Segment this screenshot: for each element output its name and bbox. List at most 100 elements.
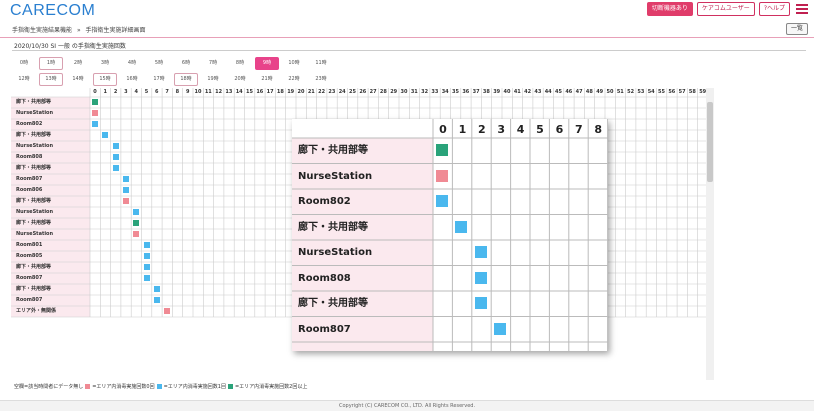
hour-button[interactable]: 18時 <box>174 73 198 86</box>
hour-button[interactable]: 15時 <box>93 73 117 86</box>
grid-cell-mark-blue <box>92 121 98 127</box>
grid-column-header: 25 <box>349 89 356 95</box>
grid-column-header: 0 <box>93 89 97 95</box>
hour-button[interactable]: 4時 <box>120 57 144 70</box>
header-divider <box>0 37 814 38</box>
grid-cell-mark-pink <box>122 198 129 204</box>
carecom-logo[interactable]: CARECOM <box>10 2 95 20</box>
hour-button[interactable]: 6時 <box>174 57 198 70</box>
grid-column-header: 4 <box>134 89 138 95</box>
list-button[interactable]: 一覧 <box>785 23 808 35</box>
grid-cell-mark-blue <box>112 143 119 149</box>
grid-column-header: 15 <box>246 89 253 95</box>
user-button[interactable]: ケアコムユーザー <box>696 2 755 16</box>
hour-selector: 0時 1時 2時 3時 4時 5時 6時 7時 8時 9時 10時 11時 12時 13時 14時 15時 1… <box>12 57 372 89</box>
hour-button[interactable]: 12時 <box>12 73 36 86</box>
hour-button[interactable]: 13時 <box>39 73 63 86</box>
grid-column-header: 18 <box>276 89 284 95</box>
grid-column-header: 12 <box>215 89 223 95</box>
grid-cell-mark-blue <box>102 132 109 138</box>
hour-button[interactable]: 14時 <box>66 73 90 86</box>
grid-cell-mark-blue <box>153 286 160 292</box>
disconnected-device-button[interactable]: 切断機器あり <box>646 2 693 16</box>
hour-button[interactable]: 7時 <box>201 57 225 70</box>
legend: 空欄=該当時間者にデータ無し =エリア内消毒実施回数0回 =エリア内消毒実施回数… <box>14 383 307 390</box>
zoom-row-label: 廊下・共用部等 <box>298 145 368 156</box>
page-title: 2020/10/30 SI 一般 の手指衛生実施回数 <box>14 43 126 50</box>
grid-row-label: 廊下・共用部等 <box>16 264 52 270</box>
grid-column-header: 56 <box>668 89 676 95</box>
grid-column-header: 39 <box>493 89 501 95</box>
grid-column-header: 44 <box>544 89 552 95</box>
zoom-column-header: 7 <box>574 123 583 136</box>
grid-row-label: NurseStation <box>16 209 54 215</box>
hour-button[interactable]: 17時 <box>147 73 171 86</box>
grid-column-header: 55 <box>658 89 665 95</box>
grid-column-header: 13 <box>225 89 233 95</box>
hour-button[interactable]: 0時 <box>12 57 36 70</box>
grid-column-header: 3 <box>124 89 128 95</box>
grid-column-header: 34 <box>441 89 449 95</box>
grid-cell-mark-blue <box>112 165 119 171</box>
grid-cell-mark-blue <box>122 176 129 182</box>
legend-blue-swatch <box>156 384 162 389</box>
hour-button[interactable]: 1時 <box>39 57 63 70</box>
grid-column-header: 52 <box>627 89 635 95</box>
scrollbar-thumb[interactable] <box>707 102 713 182</box>
grid-column-header: 46 <box>565 89 573 95</box>
grid-column-header: 16 <box>256 89 264 95</box>
grid-column-header: 57 <box>678 89 686 95</box>
grid-cell-mark-blue <box>112 154 119 160</box>
hour-button[interactable]: 2時 <box>66 57 90 70</box>
legend-pink-swatch <box>85 384 91 389</box>
zoom-column-header: 5 <box>536 123 544 136</box>
grid-column-header: 38 <box>482 89 490 95</box>
hour-button[interactable]: 16時 <box>120 73 144 86</box>
grid-row-label: 廊下・共用部等 <box>16 198 52 204</box>
grid-row-label: NurseStation <box>16 143 54 149</box>
grid-column-header: 29 <box>390 89 398 95</box>
grid-column-header: 19 <box>287 89 295 95</box>
hour-button[interactable]: 20時 <box>228 73 252 86</box>
hour-button[interactable]: 3時 <box>93 57 117 70</box>
zoom-column-header: 1 <box>458 123 467 136</box>
grid-row-label: Room801 <box>16 242 43 248</box>
grid-column-header: 59 <box>699 89 706 95</box>
hour-button[interactable]: 10時 <box>282 57 306 70</box>
grid-column-header: 48 <box>585 89 593 95</box>
help-button[interactable]: ?ヘルプ <box>758 2 790 16</box>
grid-column-header: 8 <box>175 89 180 95</box>
grid-row-label: NurseStation <box>16 231 54 237</box>
grid-column-header: 27 <box>369 89 377 95</box>
grid-column-header: 37 <box>472 89 480 95</box>
grid-column-header: 1 <box>103 89 108 95</box>
grid-column-header: 5 <box>144 89 149 95</box>
zoom-cell-mark-blue <box>474 246 487 258</box>
breadcrumb-item-detail: 手指衛生実施詳細画面 <box>85 27 146 34</box>
grid-column-header: 35 <box>452 89 459 95</box>
breadcrumb: 手指衛生実施結果機能 » 手指衛生実施詳細画面 <box>12 25 146 34</box>
hour-button[interactable]: 19時 <box>201 73 225 86</box>
hour-button[interactable]: 9時 <box>255 57 279 70</box>
grid-column-header: 22 <box>318 89 326 95</box>
hour-button[interactable]: 21時 <box>255 73 279 86</box>
grid-cell-mark-pink <box>133 231 140 237</box>
hamburger-menu-icon[interactable] <box>796 4 808 14</box>
grid-column-header: 2 <box>113 89 118 95</box>
zoom-column-header: 4 <box>516 123 525 136</box>
breadcrumb-item-results[interactable]: 手指衛生実施結果機能 <box>12 27 72 34</box>
vertical-scrollbar[interactable] <box>706 88 714 380</box>
grid-column-header: 28 <box>379 89 387 95</box>
hour-button[interactable]: 23時 <box>309 73 333 86</box>
grid-column-header: 6 <box>155 89 159 95</box>
grid-column-header: 24 <box>338 89 346 95</box>
grid-column-header: 7 <box>165 89 169 95</box>
grid-column-header: 42 <box>524 89 532 95</box>
zoom-cell-mark-blue <box>494 322 507 335</box>
grid-row-label: Room807 <box>16 275 43 281</box>
hour-button[interactable]: 5時 <box>147 57 171 70</box>
hour-button[interactable]: 8時 <box>228 57 252 70</box>
hour-button[interactable]: 22時 <box>282 73 306 86</box>
hour-button[interactable]: 11時 <box>309 57 333 70</box>
zoom-column-header: 0 <box>439 123 447 136</box>
